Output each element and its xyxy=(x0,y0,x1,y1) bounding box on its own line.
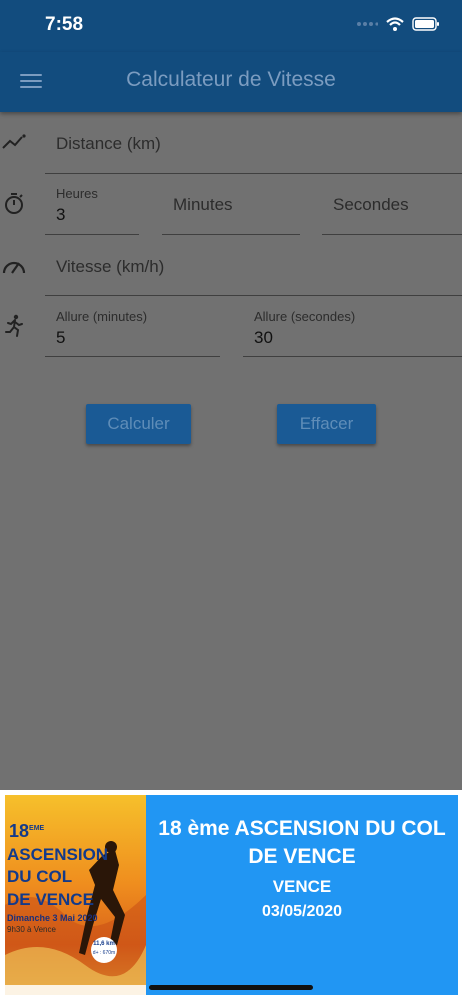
pace-minutes-value: 5 xyxy=(56,328,66,347)
poster-line2: DU COL xyxy=(7,867,73,886)
status-icons xyxy=(356,17,440,31)
ad-city: VENCE xyxy=(272,877,332,896)
battery-icon xyxy=(412,17,439,31)
minutes-field[interactable]: Minutes xyxy=(162,172,300,235)
hours-field[interactable]: Heures 3 xyxy=(45,172,139,235)
pace-seconds-value: 30 xyxy=(254,328,273,347)
wifi-icon xyxy=(386,17,404,31)
hours-label: Heures xyxy=(56,186,98,201)
trending-icon xyxy=(2,134,26,149)
runner-icon xyxy=(5,314,23,337)
poster-edition: 18EME xyxy=(9,821,45,841)
speed-placeholder: Vitesse (km/h) xyxy=(56,257,165,276)
hours-value: 3 xyxy=(56,205,66,224)
poster-distance-badge: 11,6 km d+ : 670m xyxy=(91,937,117,963)
speed-field[interactable]: Vitesse (km/h) xyxy=(45,234,462,296)
poster-line1: ASCENSION xyxy=(7,845,109,864)
distance-field[interactable]: Distance (km) xyxy=(45,112,462,174)
stopwatch-icon xyxy=(5,193,23,214)
pace-seconds-label: Allure (secondes) xyxy=(254,309,356,324)
seconds-placeholder: Secondes xyxy=(333,195,409,214)
poster-date-line: Dimanche 3 Mai 2020 xyxy=(7,913,98,923)
poster-line3: DE VENCE xyxy=(7,890,94,909)
poster-time-line: 9h30 à Vence xyxy=(7,925,56,934)
clear-button[interactable]: Effacer xyxy=(277,404,376,444)
pace-seconds-field[interactable]: Allure (secondes) 30 xyxy=(243,295,462,357)
pace-minutes-label: Allure (minutes) xyxy=(56,309,148,324)
distance-placeholder: Distance (km) xyxy=(56,134,161,153)
calculate-button[interactable]: Calculer xyxy=(86,404,191,444)
ad-banner[interactable]: 18EME ASCENSION DU COL DE VENCE Dimanche… xyxy=(0,790,462,1000)
signal-icon xyxy=(357,22,378,26)
speedometer-icon xyxy=(2,261,26,274)
app-bar: Calculateur de Vitesse xyxy=(0,52,462,112)
event-poster-image: 18EME ASCENSION DU COL DE VENCE Dimanche… xyxy=(5,795,146,995)
ad-info-panel[interactable]: 18 ème ASCENSION DU COL DE VENCE VENCE 0… xyxy=(146,795,458,995)
status-time: 7:58 xyxy=(45,14,84,35)
pace-minutes-field[interactable]: Allure (minutes) 5 xyxy=(45,295,220,357)
seconds-field[interactable]: Secondes xyxy=(322,172,462,235)
ad-title: 18 ème ASCENSION DU COL DE VENCE xyxy=(158,817,446,868)
home-indicator[interactable] xyxy=(149,985,313,990)
status-bar: 7:58 xyxy=(0,0,462,52)
ad-date: 03/05/2020 xyxy=(261,903,343,920)
minutes-placeholder: Minutes xyxy=(173,195,233,214)
page-title: Calculateur de Vitesse xyxy=(126,68,336,91)
